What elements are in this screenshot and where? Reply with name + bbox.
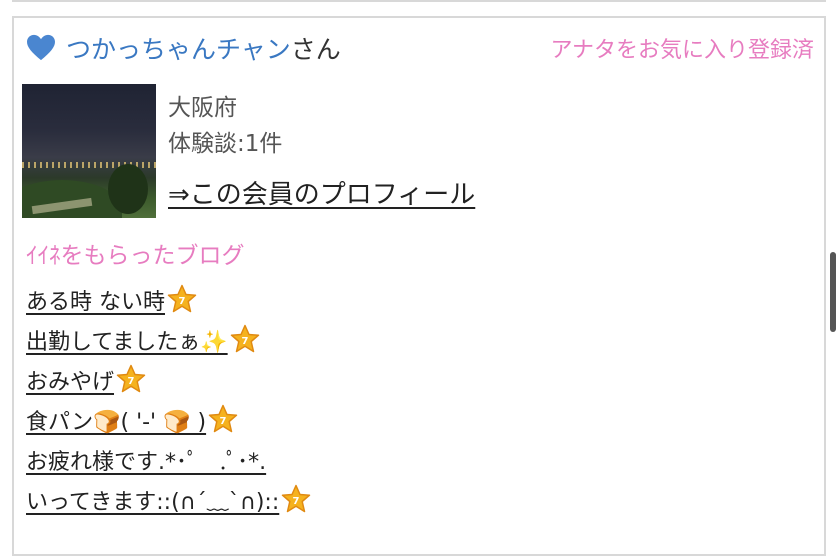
blog-link[interactable]: 出勤してましたぁ✨ bbox=[26, 324, 228, 356]
blog-link[interactable]: 食パン🍞( '-' 🍞 ) bbox=[26, 404, 206, 436]
member-card: つかっちゃんチャンさん アナタをお気に入り登録済 大阪府 体験談:1件 ⇒この会… bbox=[12, 16, 826, 556]
member-location: 大阪府 bbox=[168, 95, 237, 121]
blog-link[interactable]: いってきます::(∩´﹏`∩):: bbox=[26, 484, 279, 516]
svg-text:7: 7 bbox=[179, 296, 186, 307]
blog-list-item: 出勤してましたぁ✨ 7 bbox=[26, 320, 311, 360]
liked-blogs-title: ｲｲﾈをもらったブログ bbox=[26, 243, 245, 269]
scrollbar-thumb[interactable] bbox=[830, 252, 836, 332]
previous-card-edge bbox=[12, 0, 826, 2]
member-name-suffix: さん bbox=[290, 35, 341, 64]
new-star-badge-icon: 7 bbox=[230, 324, 259, 353]
svg-text:7: 7 bbox=[220, 416, 227, 427]
new-star-badge-icon: 7 bbox=[167, 284, 197, 313]
blog-link[interactable]: ある時 ない時 bbox=[26, 284, 165, 316]
blog-list-item: おみやげ 7 bbox=[26, 360, 311, 400]
blog-list-item: 食パン🍞( '-' 🍞 ) 7 bbox=[26, 400, 311, 440]
blog-list-item: ある時 ない時 7 bbox=[26, 280, 311, 320]
member-review-count: 体験談:1件 bbox=[168, 131, 283, 157]
blog-link[interactable]: お疲れ様です.*･ﾟ .ﾟ･*. bbox=[26, 444, 266, 476]
member-name[interactable]: つかっちゃんチャンさん bbox=[66, 30, 341, 66]
member-name-text[interactable]: つかっちゃんチャン bbox=[66, 35, 291, 64]
favorite-status: アナタをお気に入り登録済 bbox=[550, 38, 814, 63]
member-photo[interactable] bbox=[22, 84, 156, 218]
svg-text:7: 7 bbox=[128, 376, 135, 387]
new-star-badge-icon: 7 bbox=[208, 404, 238, 433]
new-star-badge-icon: 7 bbox=[116, 364, 146, 393]
blog-list-item: いってきます::(∩´﹏`∩):: 7 bbox=[26, 480, 311, 520]
blog-list-item: お疲れ様です.*･ﾟ .ﾟ･*. bbox=[26, 440, 311, 480]
blue-heart-icon bbox=[27, 34, 55, 61]
new-star-badge-icon: 7 bbox=[282, 484, 311, 513]
svg-text:7: 7 bbox=[241, 336, 248, 347]
liked-blogs-list: ある時 ない時 7 出勤してましたぁ✨ 7 おみやげ 7 食パン🍞( '-' 🍞… bbox=[26, 280, 311, 520]
svg-text:7: 7 bbox=[293, 496, 300, 507]
profile-link[interactable]: ⇒この会員のプロフィール bbox=[168, 174, 475, 211]
blog-link[interactable]: おみやげ bbox=[26, 364, 114, 396]
